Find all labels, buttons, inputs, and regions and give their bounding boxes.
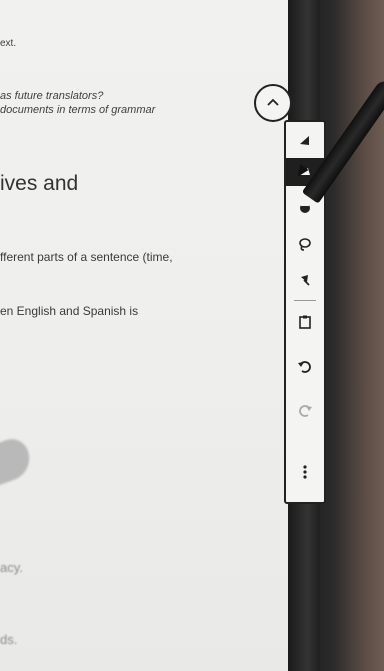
doc-line-2: as future translators? [0,90,104,102]
doc-line-1: ext. [0,38,17,49]
more-icon [303,465,307,479]
pin-tool[interactable] [286,266,324,294]
pen-tool[interactable] [286,126,324,154]
lasso-tool[interactable] [286,230,324,258]
undo-icon [298,361,311,373]
eraser-icon [300,203,310,213]
redo-icon [299,405,312,417]
undo-tool[interactable] [286,352,324,380]
doc-line-7: ds. [0,632,18,647]
redo-tool[interactable] [286,396,324,424]
doc-line-6: acy. [0,560,23,575]
more-tool[interactable] [286,458,324,486]
pen-icon [300,136,309,145]
doc-line-5: en English and Spanish is [0,304,139,318]
doc-line-3: documents in terms of grammar [0,104,156,116]
pin-icon [301,275,310,286]
collapse-toolbar-button[interactable] [254,84,292,122]
toolbar-divider [294,300,316,301]
doc-line-4: fferent parts of a sentence (time, [0,250,173,264]
lasso-icon [299,238,311,251]
chevron-up-icon [267,98,279,106]
clipboard-icon [299,315,311,329]
clipboard-tool[interactable] [286,308,324,336]
blurred-shape [0,434,36,486]
doc-heading: ives and [0,172,79,195]
